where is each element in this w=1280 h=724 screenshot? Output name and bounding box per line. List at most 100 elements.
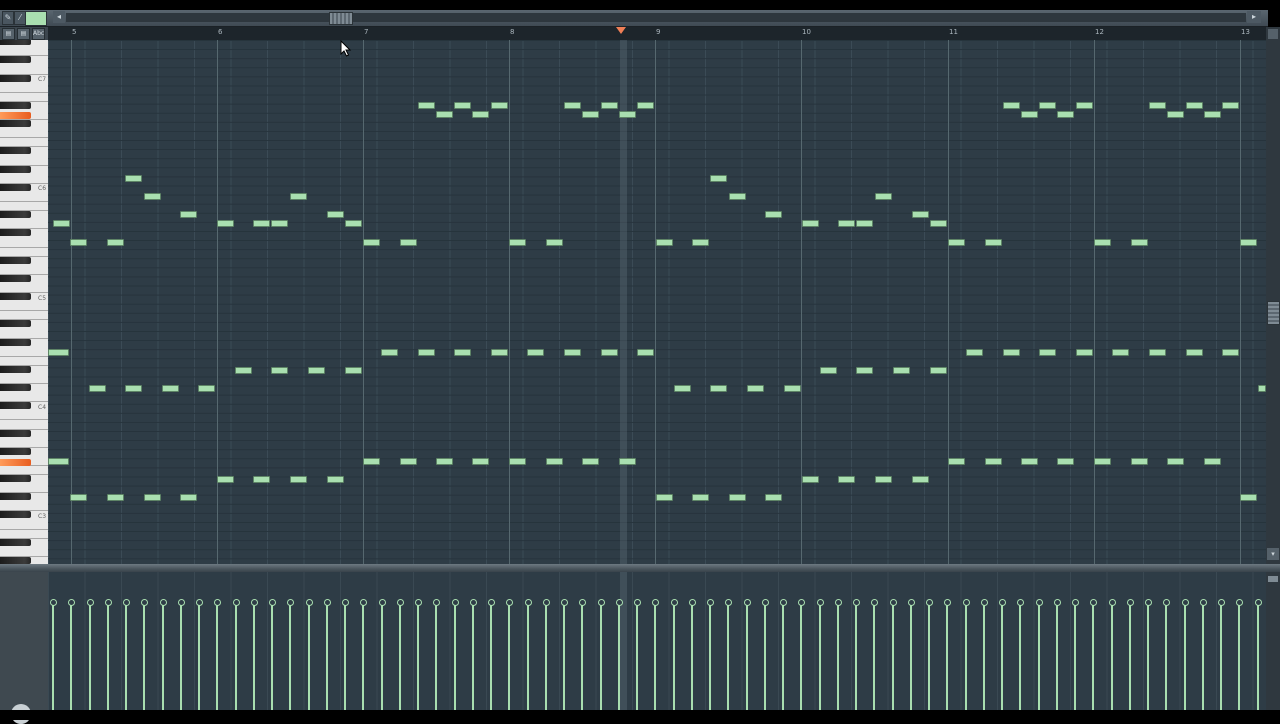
note[interactable]	[893, 367, 910, 374]
black-key[interactable]	[0, 475, 31, 482]
note[interactable]	[546, 458, 563, 465]
velocity-handle[interactable]	[561, 599, 568, 606]
note[interactable]	[1021, 458, 1038, 465]
velocity-bar[interactable]	[800, 603, 803, 710]
velocity-handle[interactable]	[743, 599, 751, 606]
black-key[interactable]	[0, 165, 31, 173]
velocity-handle[interactable]	[269, 599, 276, 606]
velocity-handle[interactable]	[123, 599, 130, 606]
note[interactable]	[400, 458, 417, 465]
velocity-handle[interactable]	[926, 599, 933, 606]
velocity-handle[interactable]	[378, 599, 386, 606]
view-toggle-2-button[interactable]: ▤	[17, 28, 30, 40]
velocity-bar[interactable]	[855, 603, 857, 710]
velocity-bar[interactable]	[581, 603, 584, 710]
velocity-bar[interactable]	[216, 603, 219, 710]
note[interactable]	[107, 494, 124, 501]
black-key[interactable]	[0, 556, 31, 564]
note[interactable]	[1222, 102, 1239, 109]
note[interactable]	[509, 239, 526, 246]
velocity-handle[interactable]	[360, 599, 368, 606]
note[interactable]	[1186, 349, 1203, 356]
note[interactable]	[985, 458, 1002, 465]
note[interactable]	[1240, 494, 1257, 501]
note[interactable]	[710, 385, 727, 392]
note-color-swatch[interactable]	[25, 11, 47, 26]
black-key[interactable]	[0, 511, 31, 519]
note[interactable]	[564, 349, 581, 356]
velocity-bar[interactable]	[928, 603, 930, 710]
velocity-handle[interactable]	[104, 599, 112, 606]
collapse-event-editor-button[interactable]	[1268, 576, 1278, 582]
note[interactable]	[930, 367, 947, 374]
velocity-handle[interactable]	[1035, 599, 1043, 606]
velocity-bar[interactable]	[1019, 603, 1022, 710]
note[interactable]	[1021, 111, 1038, 118]
note[interactable]	[1112, 349, 1129, 356]
note[interactable]	[290, 476, 307, 483]
note[interactable]	[1039, 349, 1056, 356]
black-key[interactable]	[0, 447, 31, 455]
note[interactable]	[1003, 102, 1020, 109]
velocity-bar[interactable]	[745, 603, 748, 710]
velocity-bar[interactable]	[1001, 603, 1003, 710]
velocity-bar[interactable]	[1110, 603, 1113, 710]
black-key[interactable]	[0, 56, 31, 64]
velocity-handle[interactable]	[250, 599, 258, 606]
note[interactable]	[1094, 239, 1111, 246]
note[interactable]	[1186, 102, 1203, 109]
velocity-bar[interactable]	[1165, 603, 1168, 710]
note[interactable]	[674, 385, 691, 392]
velocity-handle[interactable]	[1090, 599, 1098, 606]
note[interactable]	[930, 220, 947, 227]
black-key[interactable]	[0, 365, 31, 373]
velocity-bar[interactable]	[435, 603, 438, 710]
note[interactable]	[747, 385, 764, 392]
note[interactable]	[1131, 458, 1148, 465]
velocity-handle[interactable]	[488, 599, 495, 606]
note[interactable]	[509, 458, 526, 465]
velocity-bar[interactable]	[325, 603, 328, 710]
velocity-bar[interactable]	[946, 603, 949, 710]
note[interactable]	[619, 111, 636, 118]
velocity-handle[interactable]	[980, 599, 988, 606]
velocity-handle[interactable]	[1053, 599, 1061, 606]
note[interactable]	[180, 211, 197, 218]
velocity-handle[interactable]	[962, 599, 970, 606]
note[interactable]	[637, 349, 654, 356]
velocity-handle[interactable]	[1254, 599, 1262, 606]
black-key[interactable]	[0, 101, 31, 109]
velocity-handle[interactable]	[1145, 599, 1152, 606]
timeline-ruler[interactable]: 5 6 7 8 9 10 11 12 13	[48, 27, 1268, 41]
velocity-bar[interactable]	[490, 603, 492, 710]
note[interactable]	[70, 239, 87, 246]
playhead-marker-icon[interactable]	[616, 27, 626, 34]
note[interactable]	[327, 211, 344, 218]
note[interactable]	[856, 367, 873, 374]
note[interactable]	[582, 111, 599, 118]
velocity-bar[interactable]	[873, 603, 876, 710]
note[interactable]	[144, 193, 161, 200]
black-key[interactable]	[0, 120, 31, 128]
velocity-bar[interactable]	[106, 603, 109, 710]
velocity-bar[interactable]	[1183, 603, 1186, 710]
velocity-bar[interactable]	[690, 603, 693, 710]
black-key[interactable]	[0, 274, 31, 282]
note[interactable]	[198, 385, 215, 392]
velocity-handle[interactable]	[579, 599, 587, 606]
black-key[interactable]	[0, 74, 31, 82]
velocity-handle[interactable]	[834, 599, 842, 606]
note[interactable]	[1057, 458, 1074, 465]
note[interactable]	[692, 239, 709, 246]
velocity-bar[interactable]	[1256, 603, 1259, 710]
note[interactable]	[1094, 458, 1111, 465]
note[interactable]	[1076, 102, 1093, 109]
velocity-handle[interactable]	[907, 599, 915, 606]
velocity-bar[interactable]	[234, 603, 237, 710]
note[interactable]	[308, 367, 325, 374]
note[interactable]	[235, 367, 252, 374]
black-key[interactable]	[0, 293, 31, 300]
note[interactable]	[162, 385, 179, 392]
note[interactable]	[1204, 458, 1221, 465]
velocity-bar[interactable]	[471, 603, 474, 710]
